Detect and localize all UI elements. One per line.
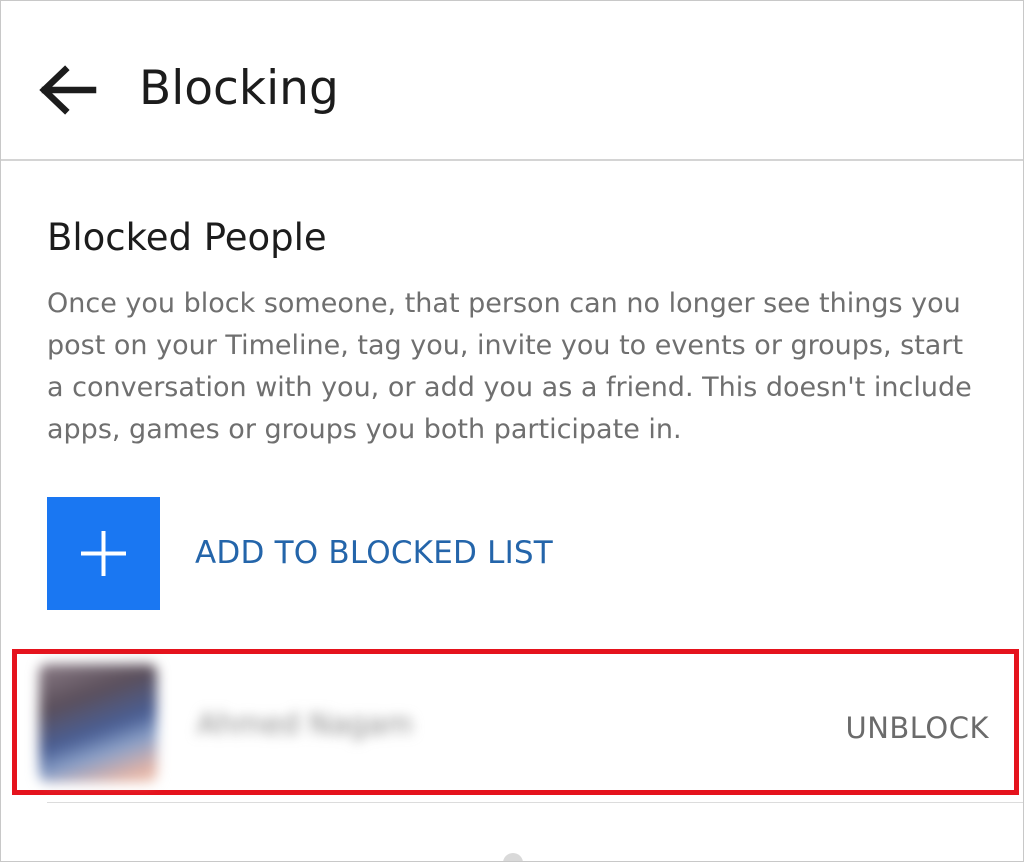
avatar [39, 664, 157, 782]
scroll-indicator [503, 853, 523, 861]
app-bar: Blocking [1, 1, 1023, 161]
blocked-person-row: Ahmed Nagam UNBLOCK [12, 649, 1019, 795]
plus-icon [81, 531, 126, 576]
divider [47, 802, 1023, 803]
add-to-blocked-list-button[interactable]: ADD TO BLOCKED LIST [47, 497, 667, 610]
add-to-blocked-list-label: ADD TO BLOCKED LIST [195, 535, 553, 571]
page-title: Blocking [139, 61, 339, 116]
unblock-button[interactable]: UNBLOCK [845, 708, 989, 748]
arrow-left-icon [39, 65, 97, 115]
section-title: Blocked People [47, 216, 327, 259]
blocked-person-name: Ahmed Nagam [197, 707, 413, 741]
blocking-screen: Blocking Blocked People Once you block s… [0, 0, 1024, 862]
add-icon-box [47, 497, 160, 610]
section-description: Once you block someone, that person can … [47, 288, 972, 445]
back-button[interactable] [29, 57, 109, 123]
